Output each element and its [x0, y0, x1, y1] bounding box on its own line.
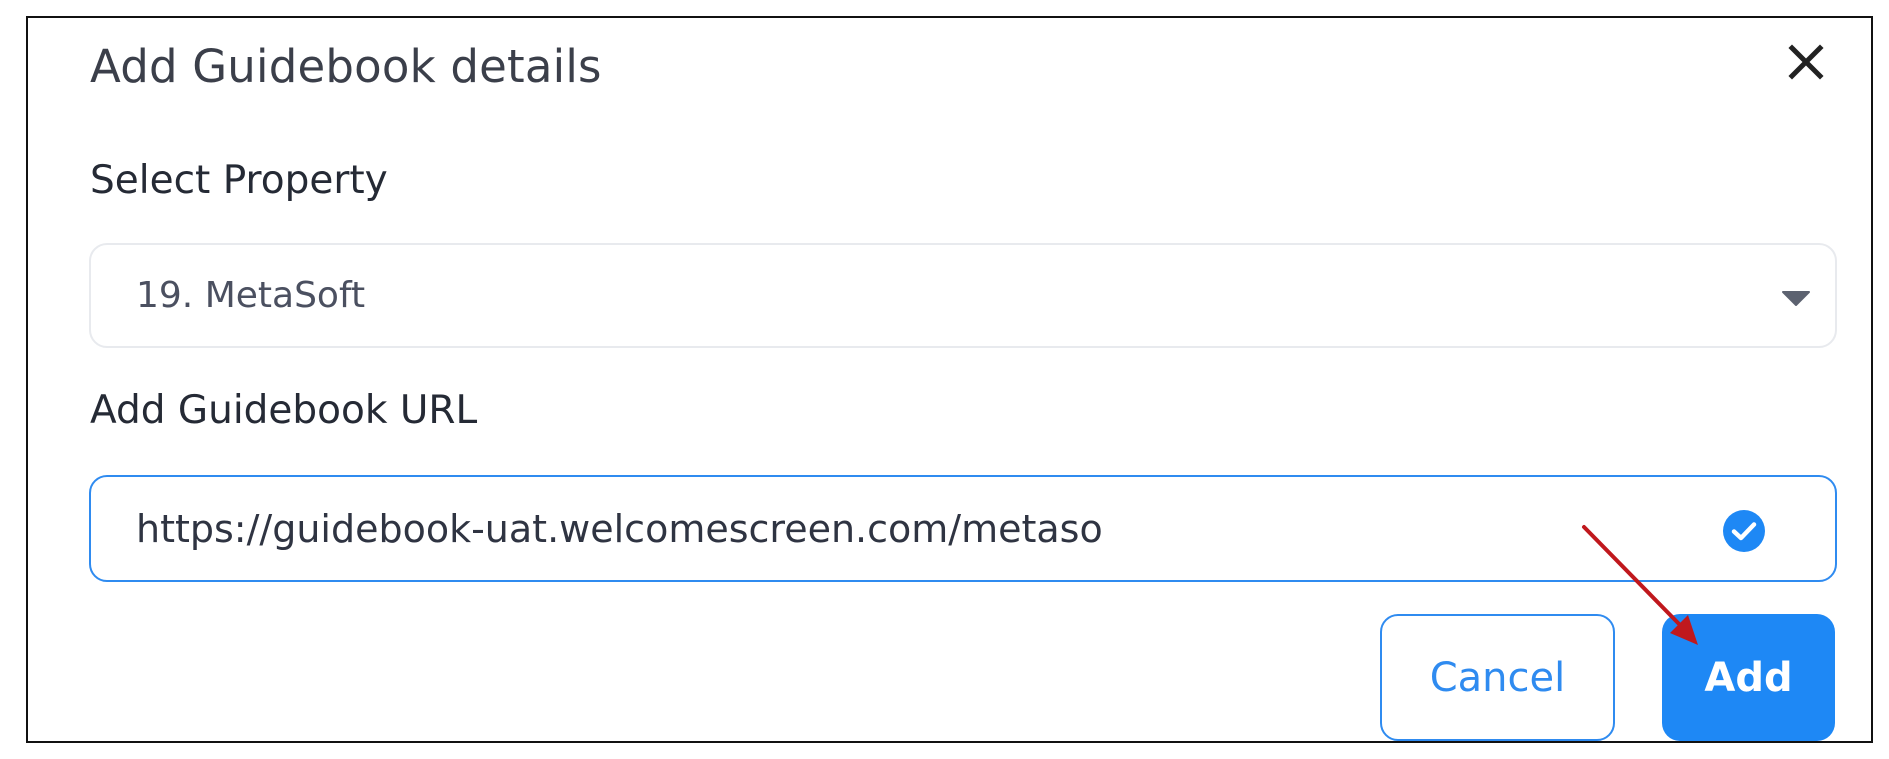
add-button[interactable]: Add [1662, 614, 1835, 741]
cancel-button[interactable]: Cancel [1380, 614, 1615, 741]
dialog-title: Add Guidebook details [90, 40, 602, 93]
guidebook-url-field[interactable] [89, 475, 1837, 582]
property-selected-value: 19. MetaSoft [136, 275, 366, 316]
check-circle-icon [1723, 510, 1765, 552]
dialog: Add Guidebook details Select Property 19… [26, 16, 1873, 743]
close-button[interactable] [1782, 38, 1832, 88]
guidebook-url-input[interactable] [136, 503, 1636, 555]
close-icon [1788, 44, 1824, 80]
guidebook-url-label: Add Guidebook URL [90, 388, 478, 433]
property-select[interactable]: 19. MetaSoft [89, 243, 1837, 348]
select-property-label: Select Property [90, 158, 388, 203]
chevron-down-icon [1782, 291, 1810, 306]
